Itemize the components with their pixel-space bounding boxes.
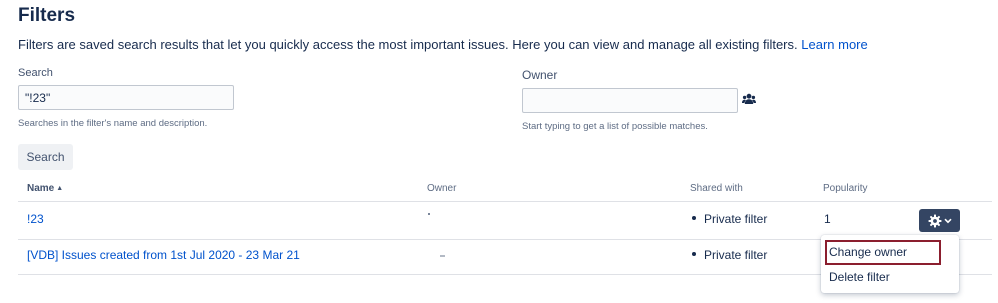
shared-value: Private filter <box>704 212 768 226</box>
column-header-shared: Shared with <box>690 183 743 194</box>
learn-more-link[interactable]: Learn more <box>801 37 867 52</box>
sort-ascending-icon: ▲ <box>56 185 64 192</box>
delete-filter-menu-item[interactable]: Delete filter <box>829 270 890 284</box>
highlight-annotation <box>825 240 941 265</box>
page-title: Filters <box>18 5 76 26</box>
chevron-down-icon <box>943 218 952 223</box>
owner-value <box>428 213 430 215</box>
page-description: Filters are saved search results that le… <box>18 37 868 52</box>
search-label: Search <box>18 67 53 79</box>
bullet-icon <box>692 216 696 220</box>
search-hint: Searches in the filter's name and descri… <box>18 118 208 129</box>
header-divider <box>18 201 992 202</box>
column-header-owner: Owner <box>427 183 457 194</box>
owner-input[interactable] <box>522 88 738 113</box>
table-row-popularity: 1 <box>824 212 831 226</box>
owner-label: Owner <box>522 68 558 82</box>
column-header-name-label: Name <box>27 183 55 194</box>
filter-actions-button[interactable] <box>919 209 960 232</box>
column-header-popularity: Popularity <box>823 183 868 194</box>
people-icon[interactable] <box>742 93 756 105</box>
search-input[interactable] <box>18 85 234 110</box>
table-row-name[interactable]: !23 <box>27 212 44 226</box>
bullet-icon <box>692 252 696 256</box>
filter-link[interactable]: [VDB] Issues created from 1st Jul 2020 -… <box>27 248 300 262</box>
table-row-shared: Private filter <box>692 212 767 226</box>
owner-value <box>440 255 445 257</box>
gear-icon <box>928 214 941 227</box>
table-row-name[interactable]: [VDB] Issues created from 1st Jul 2020 -… <box>27 248 300 262</box>
intro-text: Filters are saved search results that le… <box>18 37 798 52</box>
column-header-name[interactable]: Name ▲ <box>27 183 63 194</box>
filter-link[interactable]: !23 <box>27 212 44 226</box>
owner-hint: Start typing to get a list of possible m… <box>522 121 708 132</box>
table-row-shared: Private filter <box>692 248 767 262</box>
search-button[interactable]: Search <box>18 144 73 170</box>
shared-value: Private filter <box>704 248 768 262</box>
